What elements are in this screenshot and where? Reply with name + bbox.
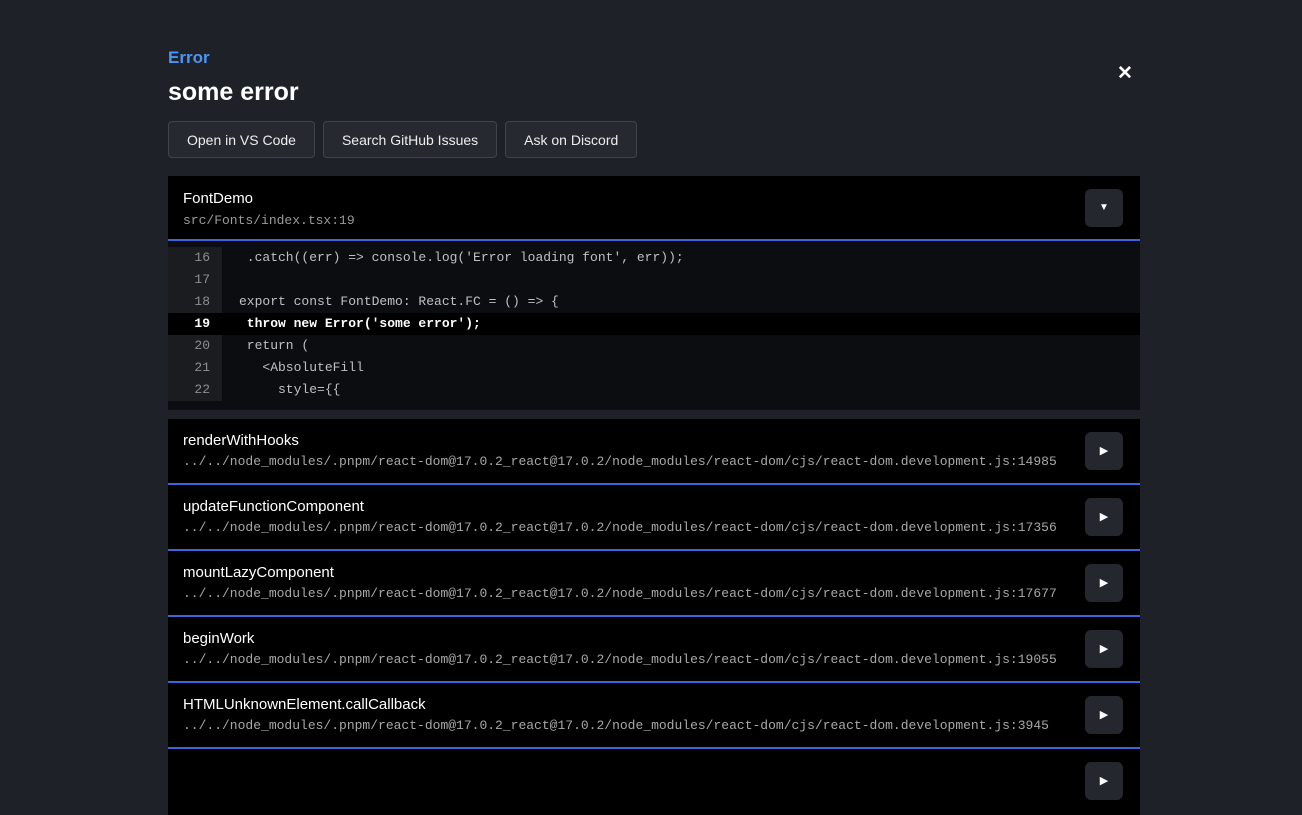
stack-frame-path: ../../node_modules/.pnpm/react-dom@17.0.… <box>183 586 1124 601</box>
error-message-title: some error <box>168 78 299 107</box>
code-line: 17 <box>168 269 1140 291</box>
line-number: 21 <box>168 357 222 379</box>
error-kicker: Error <box>168 48 210 68</box>
code-text: export const FontDemo: React.FC = () => … <box>222 291 1140 313</box>
chevron-right-icon: ▶ <box>1100 776 1108 787</box>
chevron-right-icon: ▶ <box>1100 578 1108 589</box>
line-number: 17 <box>168 269 222 291</box>
line-number: 18 <box>168 291 222 313</box>
chevron-right-icon: ▶ <box>1100 710 1108 721</box>
stack-frame-row: beginWork ../../node_modules/.pnpm/react… <box>168 617 1140 683</box>
expand-frame-button[interactable]: ▶ <box>1085 696 1123 734</box>
source-frame-title: FontDemo <box>183 190 1124 207</box>
error-overlay: { "colors": { "page_bg": "#1e2127", "car… <box>0 0 1302 776</box>
search-github-issues-button[interactable]: Search GitHub Issues <box>323 121 497 158</box>
chevron-right-icon: ▶ <box>1100 446 1108 457</box>
code-text: throw new Error('some error'); <box>222 313 1140 335</box>
code-line: 20 return ( <box>168 335 1140 357</box>
expand-frame-button[interactable]: ▶ <box>1085 564 1123 602</box>
stack-frame-row: updateFunctionComponent ../../node_modul… <box>168 485 1140 551</box>
chevron-right-icon: ▶ <box>1100 512 1108 523</box>
stack-frame-function: HTMLUnknownElement.callCallback <box>183 696 1124 713</box>
source-frame-location: src/Fonts/index.tsx:19 <box>183 213 1124 228</box>
close-button[interactable]: ✕ <box>1110 58 1140 88</box>
expand-frame-button[interactable]: ▶ <box>1085 762 1123 800</box>
code-line: 22 style={{ <box>168 379 1140 401</box>
open-in-vscode-button[interactable]: Open in VS Code <box>168 121 315 158</box>
expand-frame-button[interactable]: ▶ <box>1085 432 1123 470</box>
code-line: 21 <AbsoluteFill <box>168 357 1140 379</box>
line-number: 20 <box>168 335 222 357</box>
source-frame-header: FontDemo src/Fonts/index.tsx:19 ▼ <box>168 176 1140 239</box>
code-text: style={{ <box>222 379 1140 401</box>
stack-frame-path: ../../node_modules/.pnpm/react-dom@17.0.… <box>183 718 1124 733</box>
code-line: 16 .catch((err) => console.log('Error lo… <box>168 247 1140 269</box>
collapse-source-button[interactable]: ▼ <box>1085 189 1123 227</box>
stack-frame-function: updateFunctionComponent <box>183 498 1124 515</box>
stack-frame-path: ../../node_modules/.pnpm/react-dom@17.0.… <box>183 520 1124 535</box>
stack-frame-function: mountLazyComponent <box>183 564 1124 581</box>
stack-frame-path: ../../node_modules/.pnpm/react-dom@17.0.… <box>183 652 1124 667</box>
stack-frame-row: HTMLUnknownElement.callCallback ../../no… <box>168 683 1140 749</box>
code-text: return ( <box>222 335 1140 357</box>
line-number: 22 <box>168 379 222 401</box>
ask-on-discord-button[interactable]: Ask on Discord <box>505 121 637 158</box>
code-text: .catch((err) => console.log('Error loadi… <box>222 247 1140 269</box>
expand-frame-button[interactable]: ▶ <box>1085 630 1123 668</box>
action-buttons-row: Open in VS Code Search GitHub Issues Ask… <box>168 121 637 158</box>
close-icon: ✕ <box>1117 62 1133 85</box>
expand-frame-button[interactable]: ▶ <box>1085 498 1123 536</box>
stack-frame-function: renderWithHooks <box>183 432 1124 449</box>
code-text: <AbsoluteFill <box>222 357 1140 379</box>
code-snippet: 16 .catch((err) => console.log('Error lo… <box>168 241 1140 410</box>
stack-frame-row-partial: ▶ <box>168 749 1140 815</box>
stack-trace-list: renderWithHooks ../../node_modules/.pnpm… <box>168 419 1140 815</box>
code-line-highlighted: 19 throw new Error('some error'); <box>168 313 1140 335</box>
source-frame-card: FontDemo src/Fonts/index.tsx:19 ▼ 16 .ca… <box>168 176 1140 410</box>
line-number: 19 <box>168 313 222 335</box>
chevron-right-icon: ▶ <box>1100 644 1108 655</box>
stack-frame-function: beginWork <box>183 630 1124 647</box>
code-line: 18 export const FontDemo: React.FC = () … <box>168 291 1140 313</box>
stack-frame-row: renderWithHooks ../../node_modules/.pnpm… <box>168 419 1140 485</box>
line-number: 16 <box>168 247 222 269</box>
stack-frame-row: mountLazyComponent ../../node_modules/.p… <box>168 551 1140 617</box>
stack-frame-path: ../../node_modules/.pnpm/react-dom@17.0.… <box>183 454 1124 469</box>
chevron-down-icon: ▼ <box>1099 203 1109 213</box>
code-text <box>222 269 1140 291</box>
